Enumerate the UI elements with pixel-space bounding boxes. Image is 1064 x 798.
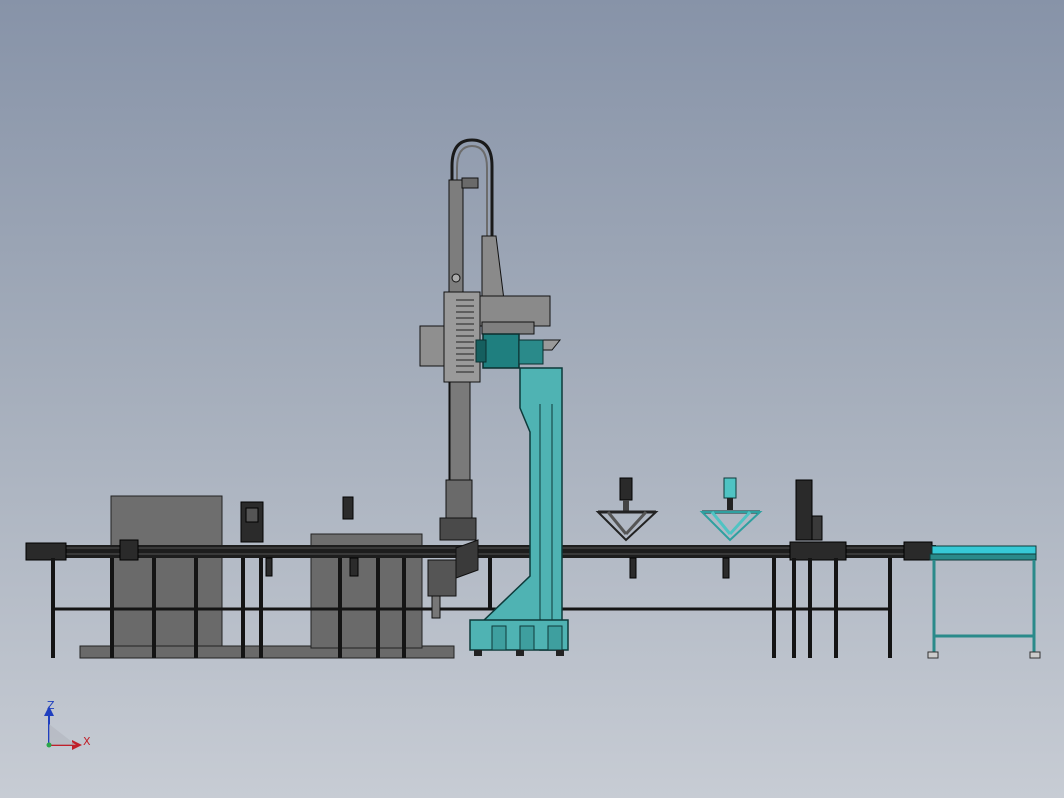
assembly-model-view[interactable] <box>0 0 1064 798</box>
coordinate-triad: Z X <box>38 696 108 758</box>
x-axis-label: X <box>83 735 91 748</box>
delta-gripper-teal[interactable] <box>699 477 763 542</box>
cad-viewport[interactable]: Z X <box>0 0 1064 798</box>
delta-gripper-dark[interactable] <box>595 477 659 542</box>
outfeed-conveyor[interactable] <box>927 545 1041 659</box>
teal-support-column[interactable] <box>469 367 569 656</box>
stopper-post[interactable] <box>795 479 823 541</box>
z-axis-label: Z <box>47 699 55 712</box>
servo-motor-block[interactable] <box>475 333 544 369</box>
